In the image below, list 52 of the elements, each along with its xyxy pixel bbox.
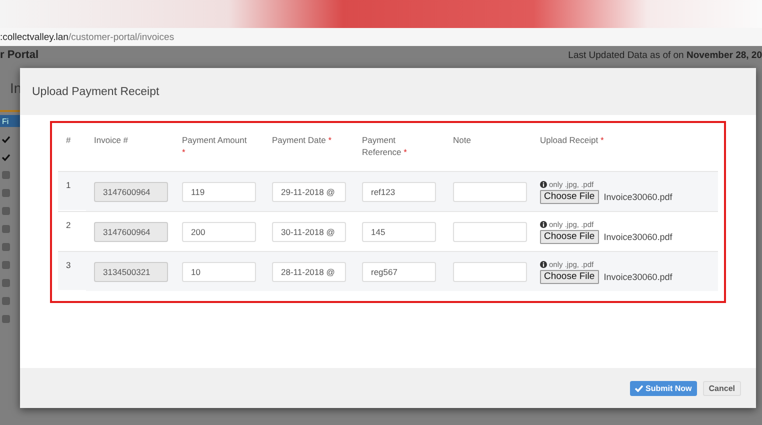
row-checkbox[interactable]: [2, 297, 10, 305]
info-icon: [540, 180, 547, 188]
choose-file-button[interactable]: Choose File: [540, 190, 599, 204]
column-header: Payment Amount *: [181, 134, 248, 159]
invoice-field: 3147600964: [94, 182, 168, 202]
amount-field[interactable]: 119: [182, 182, 256, 202]
file-name: Invoice30060.pdf: [604, 272, 672, 282]
url-path: /customer-portal/invoices: [68, 32, 174, 42]
row-checkbox[interactable]: [2, 279, 10, 287]
column-header: #: [65, 134, 72, 147]
check-icon: [634, 384, 643, 392]
dialog-title: Upload Payment Receipt: [32, 86, 160, 98]
row-checkbox[interactable]: [2, 189, 10, 197]
row-number: 1: [58, 171, 86, 210]
filter-button[interactable]: Fi: [0, 115, 22, 127]
row-checkbox[interactable]: [2, 225, 10, 233]
row-checkbox[interactable]: [2, 153, 10, 161]
column-header: Upload Receipt *: [539, 134, 605, 147]
row-checkbox[interactable]: [2, 261, 10, 269]
reference-field[interactable]: reg567: [362, 262, 436, 282]
date-field[interactable]: 30-11-2018 @: [272, 222, 346, 242]
column-header: Payment Reference *: [361, 134, 408, 159]
portal-title: r Portal: [0, 49, 39, 61]
row-checkbox[interactable]: [2, 171, 10, 179]
date-field[interactable]: 28-11-2018 @: [272, 262, 346, 282]
url-host: :collectvalley.lan: [0, 32, 68, 42]
row-checkbox[interactable]: [2, 243, 10, 251]
file-name: Invoice30060.pdf: [604, 192, 672, 202]
invoice-field: 3147600964: [94, 222, 168, 242]
invoice-field: 3134500321: [94, 262, 168, 282]
column-header: Invoice #: [93, 134, 130, 147]
info-icon: [540, 260, 547, 268]
choose-file-button[interactable]: Choose File: [540, 230, 599, 244]
info-icon: [540, 220, 547, 228]
row-number: 3: [58, 251, 86, 290]
note-field[interactable]: [453, 262, 527, 282]
row-checkbox[interactable]: [2, 135, 10, 143]
amount-field[interactable]: 10: [182, 262, 256, 282]
row-checkbox[interactable]: [2, 207, 10, 215]
column-header: Payment Date *: [271, 134, 333, 147]
note-field[interactable]: [453, 182, 527, 202]
file-name: Invoice30060.pdf: [604, 232, 672, 242]
note-field[interactable]: [453, 222, 527, 242]
column-header: Note: [452, 134, 472, 147]
last-updated-text: Last Updated Data as of on November 28, 20: [568, 50, 762, 60]
reference-field[interactable]: 145: [362, 222, 436, 242]
cancel-button[interactable]: Cancel: [702, 380, 741, 396]
choose-file-button[interactable]: Choose File: [540, 270, 599, 284]
row-checkbox[interactable]: [2, 315, 10, 323]
amount-field[interactable]: 200: [182, 222, 256, 242]
reference-field[interactable]: ref123: [362, 182, 436, 202]
date-field[interactable]: 29-11-2018 @: [272, 182, 346, 202]
